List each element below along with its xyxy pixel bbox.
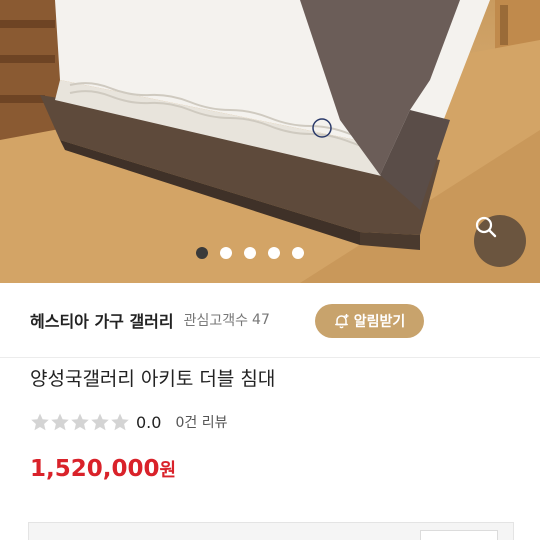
product-price: 1,520,000원 <box>30 456 176 482</box>
bed-photo <box>0 0 540 283</box>
carousel-indicator <box>0 247 540 263</box>
carousel-dot[interactable] <box>220 247 232 259</box>
rating-row[interactable]: 0.0 0건 리뷰 <box>30 410 227 434</box>
star-empty-icon <box>51 413 69 431</box>
option-button[interactable] <box>420 530 498 540</box>
star-rating <box>30 412 130 432</box>
product-image[interactable] <box>0 0 540 283</box>
follower-count: 47 <box>252 312 270 328</box>
seller-name[interactable]: 헤스티아 가구 갤러리 <box>30 308 174 332</box>
carousel-dot[interactable] <box>244 247 256 259</box>
bell-plus-icon <box>334 314 349 329</box>
price-value: 1,520,000 <box>30 456 160 482</box>
carousel-dot[interactable] <box>292 247 304 259</box>
search-icon <box>475 216 497 238</box>
follower-label: 관심고객수 <box>183 313 249 329</box>
zoom-button[interactable] <box>474 215 526 267</box>
alarm-subscribe-button[interactable]: 알림받기 <box>315 304 424 338</box>
star-empty-icon <box>111 413 129 431</box>
carousel-dot[interactable] <box>196 247 208 259</box>
product-title: 양성국갤러리 아키토 더블 침대 <box>30 368 276 390</box>
rating-score: 0.0 <box>136 412 162 432</box>
star-empty-icon <box>31 413 49 431</box>
star-empty-icon <box>71 413 89 431</box>
alarm-subscribe-label: 알림받기 <box>353 314 406 330</box>
review-count[interactable]: 0건 리뷰 <box>175 412 227 432</box>
price-unit: 원 <box>159 460 177 481</box>
seller-row: 헤스티아 가구 갤러리 관심고객수 47 알림받기 <box>0 283 540 358</box>
star-empty-icon <box>91 413 109 431</box>
carousel-dot[interactable] <box>268 247 280 259</box>
